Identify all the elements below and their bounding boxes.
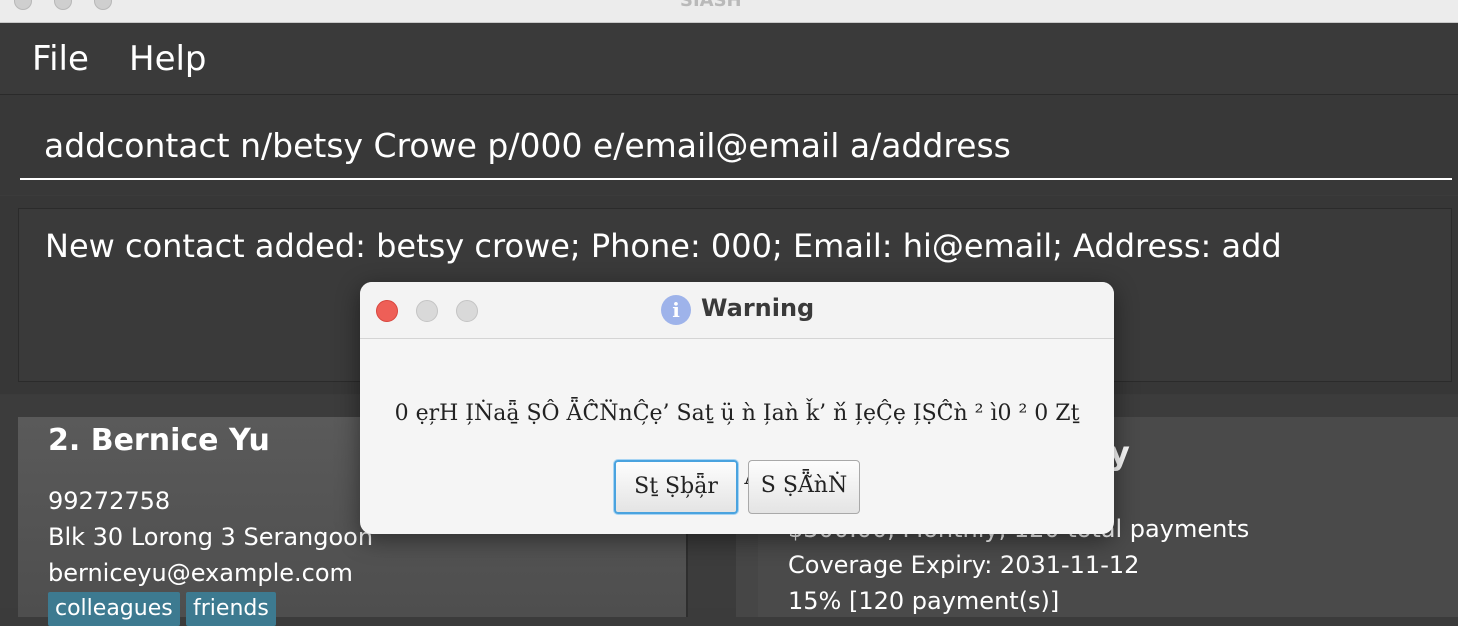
warning-dialog: i Warning 0 ẹr̦H I̦Ṅaǟ̱ ṢÔ ǞĈ̈N̈nĈ̦ẹ’ Sa… (360, 282, 1114, 534)
dialog-zoom-button[interactable] (456, 300, 478, 322)
dialog-minimize-button[interactable] (416, 300, 438, 322)
menu-file[interactable]: File (32, 39, 89, 79)
menu-help[interactable]: Help (129, 39, 207, 79)
command-area: addcontact n/betsy Crowe p/000 e/email@e… (0, 95, 1458, 195)
dialog-title: Warning (701, 294, 815, 322)
window-zoom-control[interactable] (94, 0, 112, 10)
dialog-confirm-button[interactable]: Sṯ Ṣb̦ǟ̦r (614, 460, 738, 514)
info-icon: i (661, 295, 691, 325)
menu-bar: File Help (0, 23, 1458, 95)
dialog-titlebar: i Warning (360, 282, 1114, 339)
person-address: Blk 30 Lorong 3 Serangoon (48, 523, 374, 551)
dialog-message-line-1: 0 ẹr̦H I̦Ṅaǟ̱ ṢÔ ǞĈ̈N̈nĈ̦ẹ’ Saṯ ü̦ ǹ I̦a… (394, 401, 1080, 426)
dialog-cancel-button[interactable]: S ṢǞ̃ǹṄ (748, 460, 860, 514)
person-name: 2. Bernice Yu (48, 423, 270, 458)
dialog-close-button[interactable] (376, 300, 398, 322)
person-phone: 99272758 (48, 487, 171, 515)
window-minimize-control[interactable] (54, 0, 72, 10)
window-titlebar: SIASH (0, 0, 1458, 23)
tag-friends: friends (186, 592, 276, 626)
tag-colleagues: colleagues (48, 592, 180, 626)
command-input[interactable]: addcontact n/betsy Crowe p/000 e/email@e… (20, 118, 1452, 180)
window-title: SIASH (680, 0, 742, 11)
window-close-control[interactable] (14, 0, 32, 10)
policy-commission: 15% [120 payment(s)] (788, 587, 1060, 615)
person-email: berniceyu@example.com (48, 559, 353, 587)
result-message: New contact added: betsy crowe; Phone: 0… (45, 227, 1282, 265)
policy-coverage-expiry: Coverage Expiry: 2031-11-12 (788, 551, 1140, 579)
